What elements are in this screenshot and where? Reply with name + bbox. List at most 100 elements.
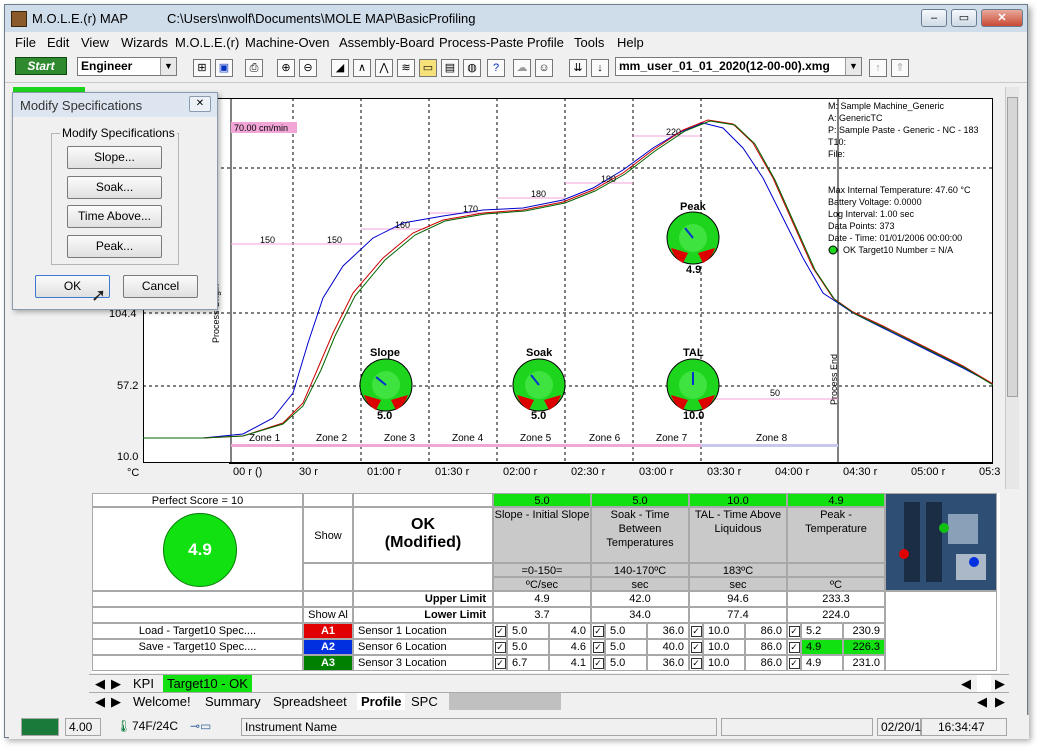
sensor-checkbox[interactable]: ✓ bbox=[689, 639, 703, 655]
sensor-value-cell[interactable]: 230.9 bbox=[843, 623, 885, 639]
hscroll-track[interactable] bbox=[977, 675, 991, 692]
sensor-checkbox[interactable]: ✓ bbox=[787, 639, 801, 655]
sensor-value-cell[interactable]: 5.0 bbox=[605, 623, 647, 639]
tab-target10[interactable]: Target10 - OK bbox=[163, 675, 252, 692]
sensor-value-cell[interactable]: 226.3 bbox=[843, 639, 885, 655]
sensor-value-cell[interactable]: 4.9 bbox=[801, 655, 843, 671]
show-button[interactable]: Show bbox=[303, 507, 353, 563]
save-icon[interactable]: ▣ bbox=[215, 59, 233, 77]
menu-tools[interactable]: Tools bbox=[574, 35, 604, 50]
print-icon[interactable]: ⎙ bbox=[245, 59, 263, 77]
tab-scroll-right-icon[interactable]: ▶ bbox=[107, 675, 125, 692]
user-level-select[interactable]: Engineer ▼ bbox=[77, 57, 177, 76]
minimize-button[interactable]: – bbox=[921, 9, 947, 27]
sensor-tool-icon[interactable]: ≋ bbox=[397, 59, 415, 77]
sensor-value-cell[interactable]: 86.0 bbox=[745, 623, 787, 639]
menu-edit[interactable]: Edit bbox=[47, 35, 69, 50]
sensor-value-cell[interactable]: 5.0 bbox=[605, 639, 647, 655]
sensor-checkbox[interactable]: ✓ bbox=[493, 623, 507, 639]
sensor-value-cell[interactable]: 36.0 bbox=[647, 623, 689, 639]
close-button[interactable]: ✕ bbox=[981, 9, 1023, 27]
down-arrow-icon[interactable]: ↓ bbox=[591, 59, 609, 77]
sensor-value-cell[interactable]: 10.0 bbox=[703, 639, 745, 655]
menu-view[interactable]: View bbox=[81, 35, 109, 50]
sensor-value-cell[interactable]: 5.2 bbox=[801, 623, 843, 639]
time-above-button[interactable]: Time Above... bbox=[67, 205, 162, 228]
menu-profile[interactable]: Profile bbox=[527, 35, 564, 50]
soak-button[interactable]: Soak... bbox=[67, 176, 162, 199]
sensor-value-cell[interactable]: 86.0 bbox=[745, 655, 787, 671]
sensor-value-cell[interactable]: 5.0 bbox=[605, 655, 647, 671]
menu-mole[interactable]: M.O.L.E.(r) bbox=[175, 35, 239, 50]
top-arrow-icon[interactable]: ⇑ bbox=[891, 59, 909, 77]
menu-machine-oven[interactable]: Machine-Oven bbox=[245, 35, 330, 50]
zoom-out-icon[interactable]: ⊖ bbox=[299, 59, 317, 77]
cancel-button[interactable]: Cancel bbox=[123, 275, 198, 298]
sensor-value-cell[interactable]: 86.0 bbox=[745, 639, 787, 655]
menu-process-paste[interactable]: Process-Paste bbox=[439, 35, 524, 50]
graph-tool-icon[interactable]: ⋀ bbox=[375, 59, 393, 77]
slope-tool-icon[interactable]: ◢ bbox=[331, 59, 349, 77]
main-hscroll-right-icon[interactable]: ▶ bbox=[991, 693, 1009, 710]
show-all-button[interactable]: Show Al bbox=[303, 607, 353, 623]
load-spec-button[interactable]: Load - Target10 Spec.... bbox=[92, 623, 303, 639]
start-button[interactable]: Start bbox=[15, 57, 67, 75]
hscroll-left-icon[interactable]: ◀ bbox=[957, 675, 975, 692]
sensor-checkbox[interactable]: ✓ bbox=[591, 639, 605, 655]
main-hscroll-thumb[interactable] bbox=[449, 693, 561, 710]
globe-icon[interactable]: ◍ bbox=[463, 59, 481, 77]
main-hscroll-left-icon[interactable]: ◀ bbox=[973, 693, 991, 710]
sensor-checkbox[interactable]: ✓ bbox=[591, 655, 605, 671]
sensor-checkbox[interactable]: ✓ bbox=[689, 655, 703, 671]
chart-scrollbar[interactable] bbox=[1005, 87, 1019, 489]
up-arrow-icon[interactable]: ↑ bbox=[869, 59, 887, 77]
sensor-value-cell[interactable]: 4.9 bbox=[801, 639, 843, 655]
sensor-value-cell[interactable]: 4.0 bbox=[549, 623, 591, 639]
save-spec-button[interactable]: Save - Target10 Spec.... bbox=[92, 639, 303, 655]
app-icon[interactable] bbox=[11, 11, 27, 27]
maximize-button[interactable]: ▭ bbox=[951, 9, 977, 27]
sensor-checkbox[interactable]: ✓ bbox=[493, 655, 507, 671]
sensor-value-cell[interactable]: 4.6 bbox=[549, 639, 591, 655]
help-icon[interactable]: ? bbox=[487, 59, 505, 77]
tab-spc[interactable]: SPC bbox=[407, 693, 442, 710]
slope-button[interactable]: Slope... bbox=[67, 146, 162, 169]
peak-button[interactable]: Peak... bbox=[67, 235, 162, 258]
sensor-checkbox[interactable]: ✓ bbox=[787, 623, 801, 639]
sensor-value-cell[interactable]: 5.0 bbox=[507, 623, 549, 639]
collapse-icon[interactable]: ⇊ bbox=[569, 59, 587, 77]
tab-spreadsheet[interactable]: Spreadsheet bbox=[269, 693, 351, 710]
sensor-value-cell[interactable]: 36.0 bbox=[647, 655, 689, 671]
tab-profile[interactable]: Profile bbox=[357, 693, 406, 710]
sensor-value-cell[interactable]: 6.7 bbox=[507, 655, 549, 671]
sensor-value-cell[interactable]: 5.0 bbox=[507, 639, 549, 655]
tree-icon[interactable]: ⊞ bbox=[193, 59, 211, 77]
sensor-checkbox[interactable]: ✓ bbox=[689, 623, 703, 639]
sensor-value-cell[interactable]: 40.0 bbox=[647, 639, 689, 655]
user-icon[interactable]: ☺ bbox=[535, 59, 553, 77]
scroll-thumb[interactable] bbox=[1007, 97, 1018, 397]
hscroll-right-icon[interactable]: ▶ bbox=[991, 675, 1009, 692]
data-tool-icon[interactable]: ▤ bbox=[441, 59, 459, 77]
tab-kpi[interactable]: KPI bbox=[129, 675, 158, 692]
sensor-checkbox[interactable]: ✓ bbox=[787, 655, 801, 671]
menu-assembly-board[interactable]: Assembly-Board bbox=[339, 35, 434, 50]
menu-help[interactable]: Help bbox=[617, 35, 644, 50]
ruler-icon[interactable]: ▭ bbox=[419, 59, 437, 77]
chat-icon[interactable]: ☁ bbox=[513, 59, 531, 77]
sensor-checkbox[interactable]: ✓ bbox=[591, 623, 605, 639]
zoom-in-icon[interactable]: ⊕ bbox=[277, 59, 295, 77]
sensor-value-cell[interactable]: 10.0 bbox=[703, 623, 745, 639]
main-tab-scroll-right-icon[interactable]: ▶ bbox=[107, 693, 125, 710]
menu-wizards[interactable]: Wizards bbox=[121, 35, 168, 50]
sensor-checkbox[interactable]: ✓ bbox=[493, 639, 507, 655]
menu-file[interactable]: File bbox=[15, 35, 36, 50]
profile-file-select[interactable]: mm_user_01_01_2020(12-00-00).xmg ▼ bbox=[615, 57, 862, 76]
sensor-value-cell[interactable]: 10.0 bbox=[703, 655, 745, 671]
tab-summary[interactable]: Summary bbox=[201, 693, 265, 710]
tab-welcome[interactable]: Welcome! bbox=[129, 693, 195, 710]
sensor-value-cell[interactable]: 4.1 bbox=[549, 655, 591, 671]
dialog-close-icon[interactable]: ✕ bbox=[189, 96, 211, 112]
profile-tool-icon[interactable]: ∧ bbox=[353, 59, 371, 77]
sensor-value-cell[interactable]: 231.0 bbox=[843, 655, 885, 671]
